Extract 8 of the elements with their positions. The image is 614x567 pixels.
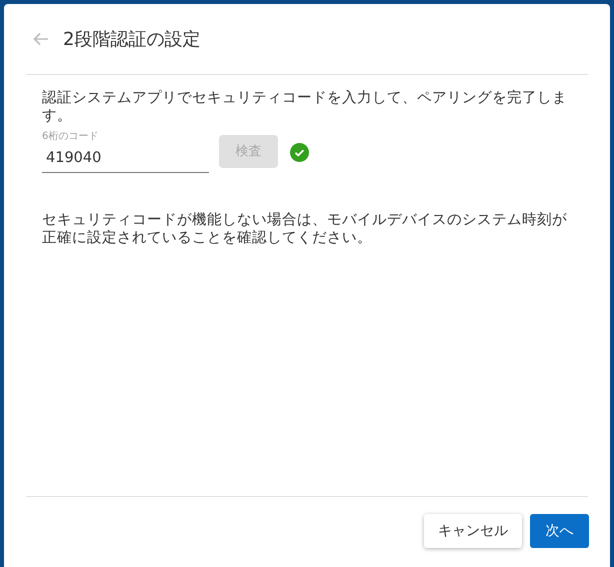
- cancel-button[interactable]: キャンセル: [424, 514, 522, 548]
- dialog-title: 2段階認証の設定: [63, 28, 200, 51]
- note-text: セキュリティコードが機能しない場合は、モバイルデバイスのシステム時刻が正確に設定されていることを確認してください。: [42, 211, 568, 247]
- next-button[interactable]: 次へ: [530, 514, 589, 548]
- instruction-text: 認証システムアプリでセキュリティコードを入力して、ペアリングを完了します。: [42, 89, 568, 125]
- field-label: 6桁のコード: [42, 130, 100, 143]
- back-arrow-icon[interactable]: [33, 32, 49, 46]
- code-input-field[interactable]: 419040: [42, 143, 209, 173]
